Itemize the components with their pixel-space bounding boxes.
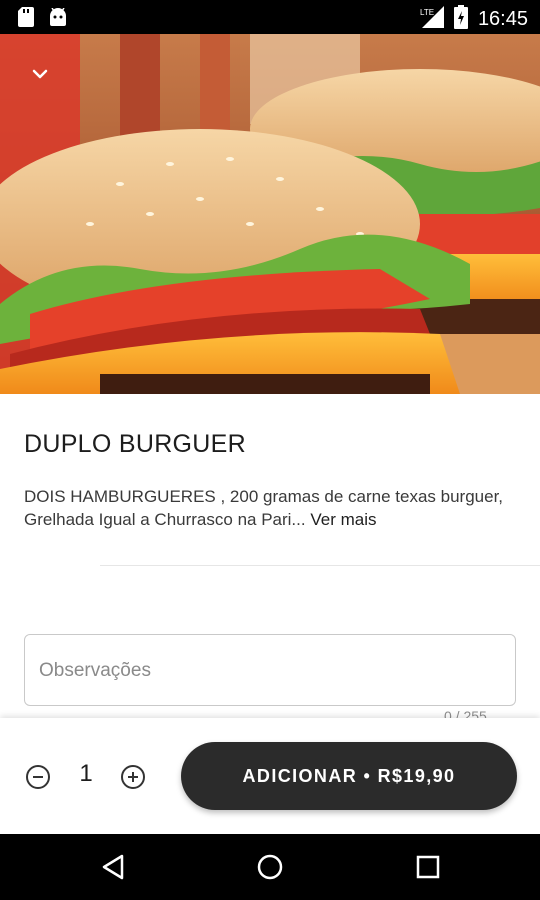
android-icon — [48, 7, 68, 31]
product-title: DUPLO BURGUER — [24, 430, 246, 458]
status-time: 16:45 — [477, 8, 528, 30]
back-button[interactable] — [98, 852, 128, 882]
burger-photo — [0, 34, 540, 394]
svg-text:LTE: LTE — [420, 8, 434, 17]
quantity-value: 1 — [79, 760, 93, 787]
home-button[interactable] — [255, 852, 285, 882]
notes-input[interactable] — [39, 655, 499, 687]
home-icon — [257, 854, 283, 880]
recent-apps-button[interactable] — [413, 852, 443, 882]
product-description-text: DOIS HAMBURGUERES , 200 gramas de carne … — [24, 487, 504, 529]
plus-circle-icon — [121, 765, 145, 789]
chevron-down-icon — [32, 69, 48, 79]
notes-field[interactable] — [24, 634, 516, 706]
battery-icon — [453, 5, 468, 34]
sd-card-icon — [18, 7, 34, 32]
order-action-bar: 1 ADICIONAR • R$19,90 — [0, 718, 540, 834]
product-image — [0, 34, 540, 394]
increase-quantity-button[interactable] — [120, 764, 146, 790]
back-icon — [102, 854, 124, 880]
signal-icon: LTE — [420, 6, 444, 33]
divider — [100, 565, 540, 566]
add-to-cart-button[interactable]: ADICIONAR • R$19,90 — [181, 742, 517, 810]
minus-circle-icon — [26, 765, 50, 789]
status-system: LTE 16:45 — [420, 5, 528, 34]
see-more-link[interactable]: Ver mais — [310, 510, 376, 529]
navigation-bar — [0, 834, 540, 900]
collapse-button[interactable] — [24, 58, 56, 90]
recent-apps-icon — [416, 855, 440, 879]
decrease-quantity-button[interactable] — [25, 764, 51, 790]
product-description: DOIS HAMBURGUERES , 200 gramas de carne … — [24, 485, 524, 531]
status-bar: LTE 16:45 — [0, 0, 540, 34]
status-notifications — [18, 7, 68, 32]
